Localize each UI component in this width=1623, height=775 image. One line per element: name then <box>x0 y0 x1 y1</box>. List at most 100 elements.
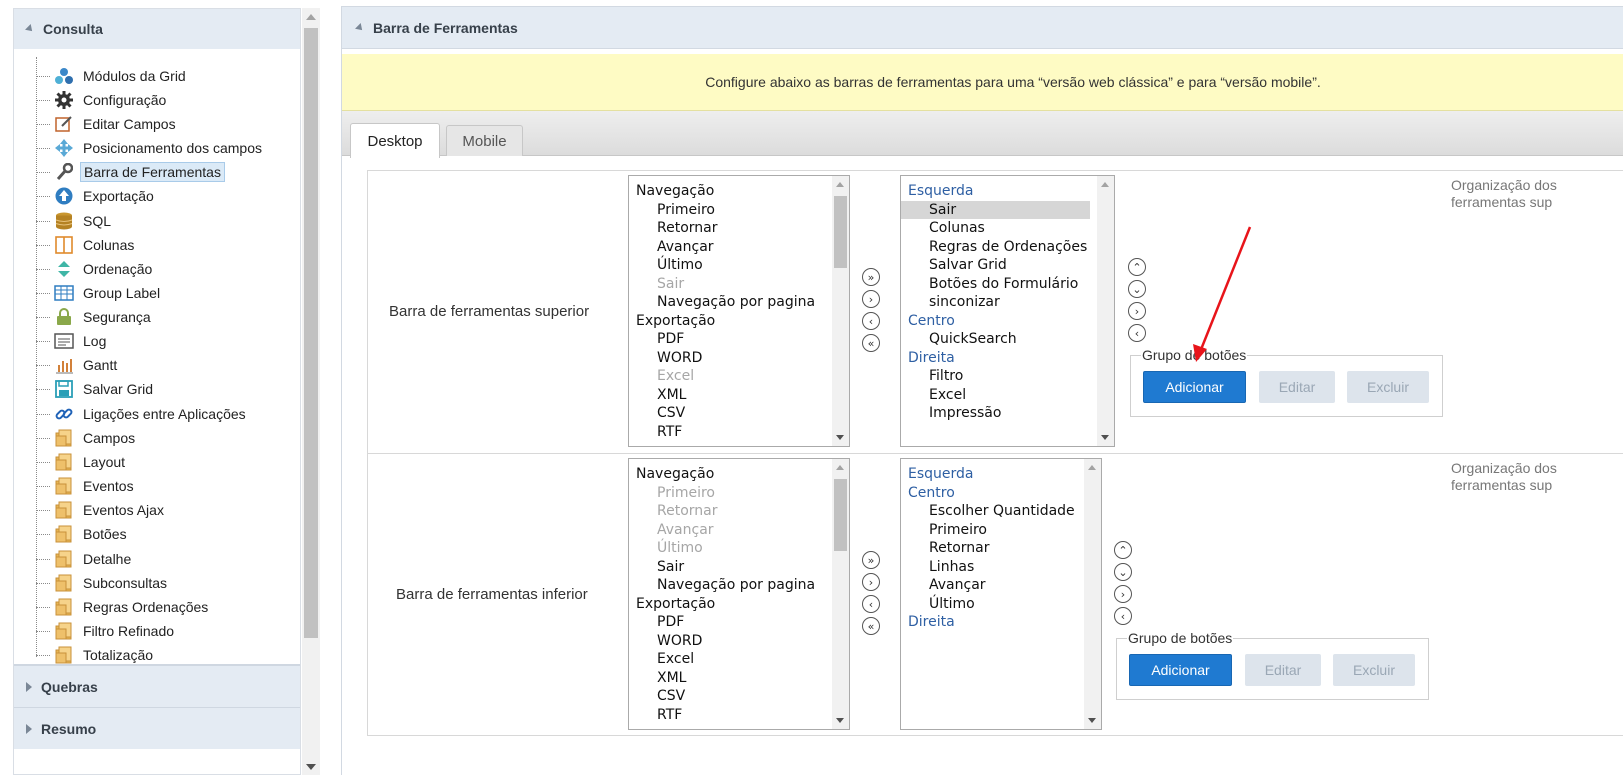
list-item[interactable]: PDF <box>629 613 849 632</box>
move-up-button[interactable]: ⌃ <box>1114 541 1132 559</box>
list-item[interactable]: CSV <box>629 687 849 706</box>
move-down-button[interactable]: ⌄ <box>1114 563 1132 581</box>
scroll-down-icon[interactable] <box>836 435 844 440</box>
list-item[interactable]: Navegação por pagina <box>629 293 849 312</box>
selected-items-list[interactable]: Esquerda Centro Escolher Quantidade Primeir… <box>900 458 1102 730</box>
sidebar-section-resumo[interactable]: Resumo <box>14 707 300 749</box>
list-item[interactable]: Regras de Ordenações <box>901 238 1114 257</box>
sidebar-item[interactable]: Log <box>36 330 109 352</box>
list-item[interactable]: Sair <box>629 275 849 294</box>
sidebar-item[interactable]: Group Label <box>36 282 163 304</box>
move-all-left-button[interactable]: « <box>862 334 880 352</box>
list-item[interactable]: Primeiro <box>901 521 1101 540</box>
list-item[interactable]: Botões do Formulário <box>901 275 1114 294</box>
scroll-down-icon[interactable] <box>1088 718 1096 723</box>
sidebar-item[interactable]: Salvar Grid <box>36 378 156 400</box>
sidebar-item[interactable]: Ordenação <box>36 258 155 280</box>
scroll-down-icon[interactable] <box>306 764 316 770</box>
list-item[interactable]: XML <box>629 386 849 405</box>
sidebar-item[interactable]: Regras Ordenações <box>36 596 211 618</box>
list-item[interactable]: WORD <box>629 632 849 651</box>
sidebar-item[interactable]: Colunas <box>36 234 137 256</box>
tab-mobile[interactable]: Mobile <box>446 125 523 156</box>
list-item[interactable]: Excel <box>901 386 1114 405</box>
sidebar-item[interactable]: Posicionamento dos campos <box>36 137 265 159</box>
list-item[interactable]: WORD <box>629 349 849 368</box>
sidebar-item[interactable]: SQL <box>36 210 114 232</box>
list-item[interactable]: RTF <box>629 423 849 442</box>
sidebar-item[interactable]: Filtro Refinado <box>36 620 177 642</box>
add-button[interactable]: Adicionar <box>1129 654 1232 686</box>
scroll-up-icon[interactable] <box>836 465 844 470</box>
edit-button[interactable]: Editar <box>1259 371 1335 403</box>
list-item[interactable]: Último <box>629 539 849 558</box>
list-item[interactable]: Primeiro <box>629 484 849 503</box>
list-item[interactable]: Direita <box>901 613 1101 632</box>
sidebar-section-quebras[interactable]: Quebras <box>14 665 300 707</box>
sidebar-item[interactable]: Ligações entre Aplicações <box>36 403 249 425</box>
list-item[interactable]: Avançar <box>629 238 849 257</box>
delete-button[interactable]: Excluir <box>1347 371 1429 403</box>
sidebar-item[interactable]: Configuração <box>36 89 169 111</box>
list-item[interactable]: CSV <box>629 404 849 423</box>
list-item[interactable]: Direita <box>901 349 1114 368</box>
move-left-button[interactable]: ‹ <box>862 312 880 330</box>
list-item[interactable]: Primeiro <box>629 201 849 220</box>
list-item[interactable]: Navegação <box>629 182 849 201</box>
list-item[interactable]: Impressão <box>901 404 1114 423</box>
sidebar-item[interactable]: Eventos <box>36 475 137 497</box>
list-item[interactable]: Retornar <box>629 219 849 238</box>
sidebar-item[interactable]: Detalhe <box>36 548 134 570</box>
scroll-down-icon[interactable] <box>1101 435 1109 440</box>
list-item[interactable]: XML <box>629 669 849 688</box>
list-scrollbar[interactable] <box>1097 176 1114 446</box>
list-item[interactable]: Retornar <box>901 539 1101 558</box>
list-item[interactable]: Linhas <box>901 558 1101 577</box>
sidebar-item[interactable]: Campos <box>36 427 138 449</box>
list-item[interactable]: Navegação por pagina <box>629 576 849 595</box>
list-item[interactable]: Sair <box>629 558 849 577</box>
list-item[interactable]: QuickSearch <box>901 330 1114 349</box>
list-item[interactable]: Exportação <box>629 595 849 614</box>
sidebar-scrollbar[interactable] <box>302 8 320 775</box>
list-item[interactable]: Sair <box>901 200 1090 219</box>
move-up-button[interactable]: ⌃ <box>1128 258 1146 276</box>
move-all-right-button[interactable]: » <box>862 268 880 286</box>
list-item[interactable]: Retornar <box>629 502 849 521</box>
list-item[interactable]: Exportação <box>629 312 849 331</box>
indent-left-button[interactable]: ‹ <box>1114 607 1132 625</box>
list-item[interactable]: Avançar <box>901 576 1101 595</box>
list-item[interactable]: Colunas <box>901 219 1114 238</box>
move-left-button[interactable]: ‹ <box>862 595 880 613</box>
indent-right-button[interactable]: › <box>1114 585 1132 603</box>
available-items-list[interactable]: Navegação Primeiro Retornar Avançar Último Sa… <box>628 175 850 447</box>
list-item[interactable]: PDF <box>629 330 849 349</box>
edit-button[interactable]: Editar <box>1245 654 1321 686</box>
list-item[interactable]: RTF <box>629 706 849 725</box>
scroll-up-icon[interactable] <box>1088 465 1096 470</box>
move-right-button[interactable]: › <box>862 290 880 308</box>
list-item[interactable]: Salvar Grid <box>901 256 1114 275</box>
list-item[interactable]: Centro <box>901 484 1101 503</box>
sidebar-section-consulta[interactable]: Consulta <box>14 9 300 49</box>
list-item[interactable]: Esquerda <box>901 465 1101 484</box>
move-down-button[interactable]: ⌄ <box>1128 280 1146 298</box>
sidebar-item[interactable]: Segurança <box>36 306 154 328</box>
list-item[interactable]: Filtro <box>901 367 1114 386</box>
sidebar-item[interactable]: Botões <box>36 523 130 545</box>
scrollbar-thumb[interactable] <box>834 196 847 268</box>
tab-desktop[interactable]: Desktop <box>350 123 440 158</box>
list-item[interactable]: sinconizar <box>901 293 1114 312</box>
list-item[interactable]: Último <box>901 595 1101 614</box>
delete-button[interactable]: Excluir <box>1333 654 1415 686</box>
scroll-up-icon[interactable] <box>306 14 316 20</box>
indent-right-button[interactable]: › <box>1128 302 1146 320</box>
list-scrollbar[interactable] <box>1084 459 1101 729</box>
sidebar-item[interactable]: Eventos Ajax <box>36 499 167 521</box>
list-scrollbar[interactable] <box>832 459 849 729</box>
list-item[interactable]: Esquerda <box>901 182 1114 201</box>
indent-left-button[interactable]: ‹ <box>1128 324 1146 342</box>
available-items-list[interactable]: Navegação Primeiro Retornar Avançar Último Sa… <box>628 458 850 730</box>
sidebar-item[interactable]: Subconsultas <box>36 572 170 594</box>
move-all-left-button[interactable]: « <box>862 617 880 635</box>
